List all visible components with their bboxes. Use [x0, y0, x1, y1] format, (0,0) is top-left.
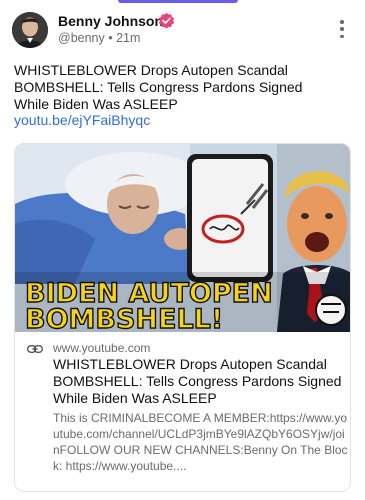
author-name[interactable]: Benny Johnson — [58, 13, 163, 29]
post-text: WHISTLEBLOWER Drops Autopen Scandal BOMB… — [14, 62, 303, 112]
more-vertical-icon[interactable] — [337, 20, 347, 38]
post-link[interactable]: youtu.be/ejYFaiBhyqc — [14, 112, 150, 128]
author-handle[interactable]: @benny — [58, 31, 105, 45]
post-meta: @benny • 21m — [58, 31, 140, 45]
link-preview-body: www.youtube.com WHISTLEBLOWER Drops Auto… — [15, 332, 350, 491]
verified-badge-icon — [158, 12, 175, 29]
post-header: Benny Johnson @benny • 21m — [12, 12, 355, 48]
avatar[interactable] — [12, 12, 48, 48]
card-title[interactable]: WHISTLEBLOWER Drops Autopen Scandal BOMB… — [53, 356, 343, 407]
post-card: Benny Johnson @benny • 21m WHISTLEBLOWER… — [0, 0, 365, 500]
post-time[interactable]: 21m — [116, 31, 140, 45]
thumbnail-caption-line2: BOMBSHELL! — [25, 304, 223, 332]
link-preview-card[interactable]: BIDEN AUTOPEN BOMBSHELL! www.youtube.com… — [14, 143, 351, 492]
meta-separator: • — [108, 31, 113, 45]
avatar-image — [12, 12, 48, 48]
card-description: This is CRIMINALBECOME A MEMBER:https://… — [53, 411, 348, 473]
card-domain: www.youtube.com — [53, 341, 151, 355]
link-icon — [27, 345, 43, 353]
video-thumbnail[interactable]: BIDEN AUTOPEN BOMBSHELL! — [15, 144, 351, 332]
